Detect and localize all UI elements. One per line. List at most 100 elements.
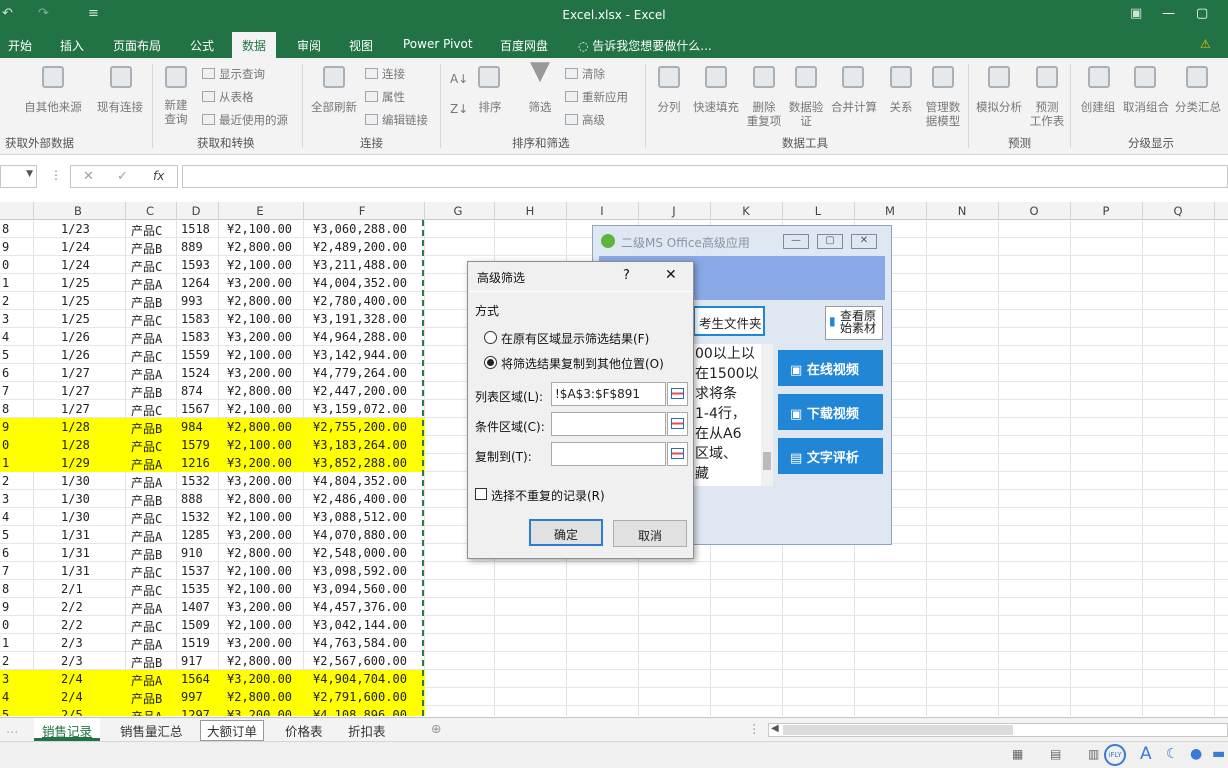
restore-icon[interactable]: ▢ — [1196, 6, 1208, 21]
cell-quantity[interactable]: 1559 — [181, 348, 210, 362]
table-row[interactable]: 2 1/25 产品B 993 ¥2,800.00 ¥2,780,400.00 — [0, 292, 425, 310]
cell-price[interactable]: ¥2,800.00 — [227, 240, 292, 254]
advanced-filter-button[interactable]: 高级 — [565, 112, 605, 128]
table-row[interactable]: 4 1/26 产品A 1583 ¥3,200.00 ¥4,964,288.00 — [0, 328, 425, 346]
table-row[interactable]: 6 1/31 产品B 910 ¥2,800.00 ¥2,548,000.00 — [0, 544, 425, 562]
cell-product[interactable]: 产品C — [131, 222, 162, 239]
table-row[interactable]: 1 1/25 产品A 1264 ¥3,200.00 ¥4,004,352.00 — [0, 274, 425, 292]
row-headers[interactable] — [0, 220, 33, 716]
reapply-button[interactable]: 重新应用 — [565, 89, 628, 105]
cell-price[interactable]: ¥3,200.00 — [227, 366, 292, 380]
cell-quantity[interactable]: 1297 — [181, 708, 210, 716]
tab-page-layout[interactable]: 页面布局 — [113, 37, 161, 54]
cell-amount[interactable]: ¥3,094,560.00 — [313, 582, 407, 596]
cell-price[interactable]: ¥2,100.00 — [227, 402, 292, 416]
column-header-f[interactable]: F — [352, 204, 372, 218]
sheet-tab-sales-records[interactable]: 销售记录 — [34, 718, 101, 741]
column-divider[interactable] — [494, 202, 495, 220]
table-row[interactable]: 3 1/25 产品C 1583 ¥2,100.00 ¥3,191,328.00 — [0, 310, 425, 328]
cell-price[interactable]: ¥2,800.00 — [227, 690, 292, 704]
table-row[interactable]: 7 1/27 产品B 874 ¥2,800.00 ¥2,447,200.00 — [0, 382, 425, 400]
table-row[interactable]: 1 2/3 产品A 1519 ¥3,200.00 ¥4,763,584.00 — [0, 634, 425, 652]
cell-date[interactable]: 1/23 — [61, 222, 90, 236]
cell-price[interactable]: ¥2,800.00 — [227, 546, 292, 560]
column-divider[interactable] — [303, 202, 304, 220]
column-header-c[interactable]: C — [140, 204, 160, 218]
column-header-h[interactable]: H — [520, 204, 540, 218]
cell-product[interactable]: 产品A — [131, 636, 162, 653]
cell-quantity[interactable]: 1583 — [181, 312, 210, 326]
cell-amount[interactable]: ¥2,486,400.00 — [313, 492, 407, 506]
task-scrollbar[interactable] — [761, 344, 773, 486]
cell-price[interactable]: ¥2,100.00 — [227, 312, 292, 326]
table-row[interactable]: 6 1/27 产品A 1524 ¥3,200.00 ¥4,779,264.00 — [0, 364, 425, 382]
font-a-icon[interactable]: A — [1140, 744, 1152, 764]
cell-date[interactable]: 1/29 — [61, 456, 90, 470]
cell-date[interactable]: 1/28 — [61, 420, 90, 434]
cell-price[interactable]: ¥2,800.00 — [227, 294, 292, 308]
manage-data-model-button[interactable]: 管理数 据模型 — [921, 100, 965, 128]
tab-home[interactable]: 开始 — [8, 37, 32, 54]
cell-amount[interactable]: ¥2,780,400.00 — [313, 294, 407, 308]
sort-za-icon[interactable]: Z↓ — [450, 102, 468, 116]
cell-price[interactable]: ¥3,200.00 — [227, 528, 292, 542]
column-divider[interactable] — [854, 202, 855, 220]
connections-button[interactable]: 连接 — [365, 66, 405, 82]
sheet-tab-discounts[interactable]: 折扣表 — [348, 721, 386, 740]
show-query-button[interactable]: 显示查询 — [202, 66, 265, 82]
cell-amount[interactable]: ¥4,964,288.00 — [313, 330, 407, 344]
enter-icon[interactable]: ✓ — [117, 169, 128, 184]
insert-function-icon[interactable]: fx — [153, 169, 164, 183]
cell-amount[interactable]: ¥3,088,512.00 — [313, 510, 407, 524]
column-divider[interactable] — [218, 202, 219, 220]
cell-amount[interactable]: ¥3,852,288.00 — [313, 456, 407, 470]
tab-formulas[interactable]: 公式 — [190, 37, 214, 54]
cell-price[interactable]: ¥3,200.00 — [227, 600, 292, 614]
cell-date[interactable]: 1/26 — [61, 348, 90, 362]
cell-quantity[interactable]: 1564 — [181, 672, 210, 686]
cell-product[interactable]: 产品A — [131, 330, 162, 347]
cell-date[interactable]: 1/24 — [61, 258, 90, 272]
cell-product[interactable]: 产品C — [131, 510, 162, 527]
ungroup-button[interactable]: 取消组合 — [1120, 100, 1172, 114]
cell-product[interactable]: 产品B — [131, 546, 162, 563]
cell-date[interactable]: 1/31 — [61, 564, 90, 578]
close-button[interactable]: ✕ — [665, 267, 677, 283]
table-row[interactable]: 8 1/23 产品C 1518 ¥2,100.00 ¥3,060,288.00 — [0, 220, 425, 238]
cell-date[interactable]: 1/30 — [61, 510, 90, 524]
column-divider[interactable] — [33, 202, 34, 220]
cell-amount[interactable]: ¥4,004,352.00 — [313, 276, 407, 290]
cell-quantity[interactable]: 993 — [181, 294, 203, 308]
cell-amount[interactable]: ¥4,070,880.00 — [313, 528, 407, 542]
cell-product[interactable]: 产品C — [131, 618, 162, 635]
scroll-sheets-icon[interactable]: … — [6, 721, 19, 736]
cell-product[interactable]: 产品B — [131, 654, 162, 671]
cell-price[interactable]: ¥2,100.00 — [227, 348, 292, 362]
table-row[interactable]: 7 1/31 产品C 1537 ¥2,100.00 ¥3,098,592.00 — [0, 562, 425, 580]
column-divider[interactable] — [424, 202, 425, 220]
cell-price[interactable]: ¥2,800.00 — [227, 654, 292, 668]
cell-price[interactable]: ¥2,800.00 — [227, 492, 292, 506]
cancel-icon[interactable]: ✕ — [83, 169, 94, 184]
tell-me-box[interactable]: ◌ 告诉我您想要做什么... — [578, 37, 712, 54]
table-row[interactable]: 2 2/3 产品B 917 ¥2,800.00 ¥2,567,600.00 — [0, 652, 425, 670]
cell-date[interactable]: 2/3 — [61, 636, 83, 650]
copy-to-location-label[interactable]: 将筛选结果复制到其他位置(O) — [501, 355, 664, 372]
from-table-button[interactable]: 从表格 — [202, 89, 254, 105]
cell-date[interactable]: 1/27 — [61, 384, 90, 398]
forecast-sheet-button[interactable]: 预测 工作表 — [1027, 100, 1067, 128]
text-analysis-button[interactable]: ▤ 文字评析 — [778, 438, 883, 474]
cell-price[interactable]: ¥3,200.00 — [227, 330, 292, 344]
cell-price[interactable]: ¥3,200.00 — [227, 456, 292, 470]
chevron-down-icon[interactable]: ▼ — [26, 169, 33, 179]
cell-amount[interactable]: ¥4,763,584.00 — [313, 636, 407, 650]
cell-amount[interactable]: ¥2,489,200.00 — [313, 240, 407, 254]
table-row[interactable]: 0 2/2 产品C 1509 ¥2,100.00 ¥3,042,144.00 — [0, 616, 425, 634]
column-divider[interactable] — [1142, 202, 1143, 220]
tab-data[interactable]: 数据 — [232, 32, 277, 58]
cell-product[interactable]: 产品C — [131, 258, 162, 275]
criteria-range-picker[interactable] — [667, 412, 688, 436]
cell-quantity[interactable]: 1579 — [181, 438, 210, 452]
warning-icon[interactable]: ⚠ — [1200, 37, 1211, 51]
cell-quantity[interactable]: 1583 — [181, 330, 210, 344]
